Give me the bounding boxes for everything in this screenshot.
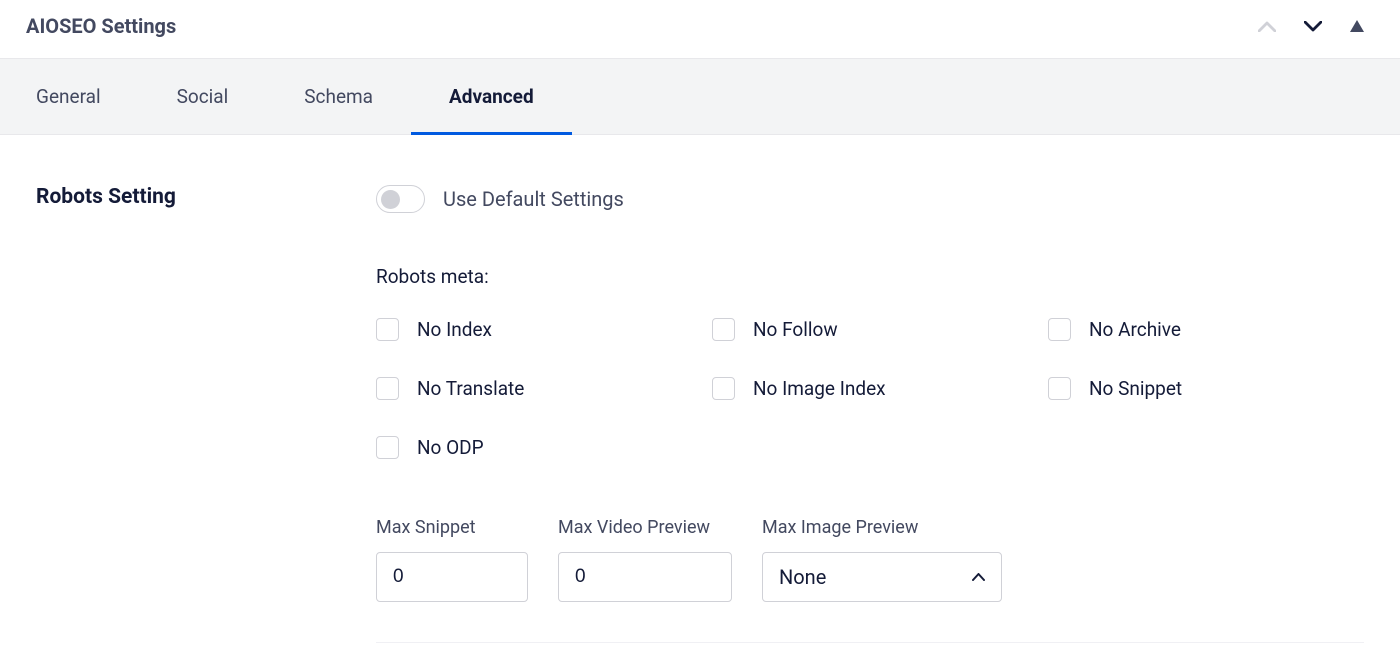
max-snippet-label: Max Snippet [376, 517, 528, 538]
max-video-input[interactable] [558, 552, 732, 602]
checkbox-input[interactable] [1048, 318, 1071, 341]
chevron-up-icon [972, 573, 985, 581]
checkbox-input[interactable] [712, 318, 735, 341]
panel-title: AIOSEO Settings [26, 14, 176, 38]
checkbox-label: No Index [417, 318, 492, 341]
checkbox-input[interactable] [376, 436, 399, 459]
max-image-label: Max Image Preview [762, 517, 1002, 538]
tabs: General Social Schema Advanced [0, 59, 1400, 135]
robots-meta-label: Robots meta: [376, 265, 1364, 288]
tab-general[interactable]: General [10, 59, 139, 135]
checkbox-label: No Image Index [753, 377, 886, 400]
checkbox-label: No Snippet [1089, 377, 1182, 400]
max-image-value: None [779, 565, 826, 589]
checkbox-no-image-index: No Image Index [712, 377, 1028, 400]
checkbox-label: No ODP [417, 436, 484, 459]
max-image-select[interactable]: None [762, 552, 1002, 602]
tab-social[interactable]: Social [139, 59, 267, 135]
tab-advanced[interactable]: Advanced [411, 59, 572, 135]
checkbox-label: No Follow [753, 318, 838, 341]
checkbox-label: No Archive [1089, 318, 1181, 341]
checkbox-input[interactable] [1048, 377, 1071, 400]
use-default-toggle[interactable] [376, 185, 425, 213]
checkbox-no-index: No Index [376, 318, 692, 341]
robots-meta-grid: No Index No Follow No Archive No Transla… [376, 318, 1364, 459]
max-snippet-input[interactable] [376, 552, 528, 602]
tab-schema[interactable]: Schema [266, 59, 411, 135]
max-video-label: Max Video Preview [558, 517, 732, 538]
checkbox-input[interactable] [376, 377, 399, 400]
use-default-toggle-line: Use Default Settings [376, 185, 1364, 213]
checkbox-no-translate: No Translate [376, 377, 692, 400]
panel-header: AIOSEO Settings [0, 0, 1400, 59]
panel-header-icons [1258, 20, 1374, 32]
chevron-down-icon[interactable] [1304, 21, 1322, 32]
content: Robots Setting Use Default Settings Robo… [0, 135, 1400, 663]
checkbox-label: No Translate [417, 377, 524, 400]
checkbox-no-odp: No ODP [376, 436, 692, 459]
max-video-col: Max Video Preview [558, 517, 732, 602]
max-snippet-col: Max Snippet [376, 517, 528, 602]
max-settings-row: Max Snippet Max Video Preview Max Image … [376, 517, 1364, 643]
toggle-knob [381, 190, 400, 209]
checkbox-input[interactable] [376, 318, 399, 341]
max-image-col: Max Image Preview None [762, 517, 1002, 602]
checkbox-no-follow: No Follow [712, 318, 1028, 341]
checkbox-no-archive: No Archive [1048, 318, 1364, 341]
robots-setting-row: Robots Setting Use Default Settings Robo… [36, 185, 1364, 643]
checkbox-no-snippet: No Snippet [1048, 377, 1364, 400]
section-title: Robots Setting [36, 185, 376, 643]
use-default-label: Use Default Settings [443, 187, 624, 211]
chevron-up-icon[interactable] [1258, 21, 1276, 32]
section-body: Use Default Settings Robots meta: No Ind… [376, 185, 1364, 643]
checkbox-input[interactable] [712, 377, 735, 400]
triangle-up-icon[interactable] [1350, 20, 1364, 32]
